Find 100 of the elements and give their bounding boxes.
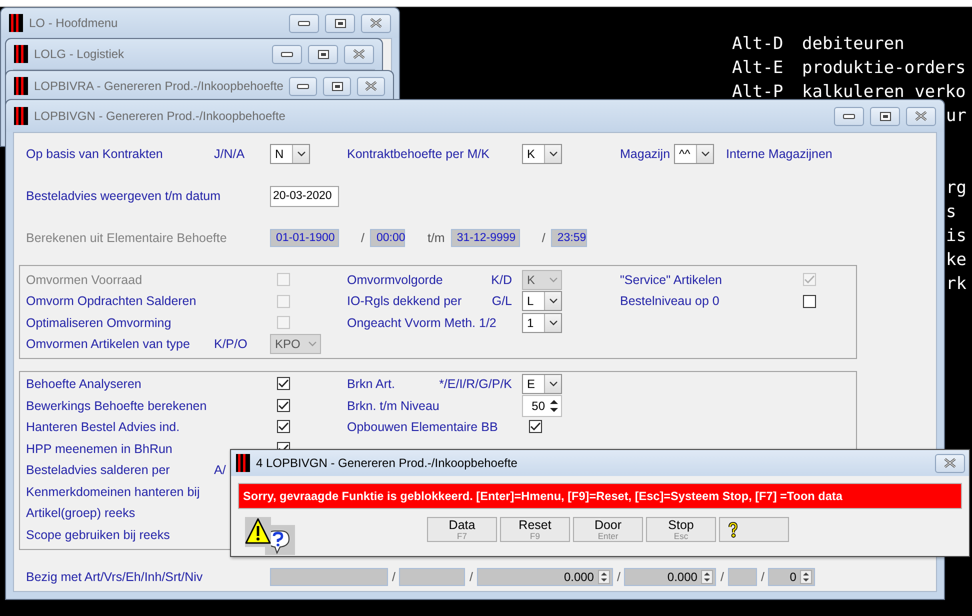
- maximize-button[interactable]: [870, 106, 900, 126]
- shortcut-key: Alt-D: [732, 32, 802, 56]
- window-title: LOPBIVRA - Genereren Prod.-/Inkoopbehoefte: [34, 79, 284, 93]
- close-button[interactable]: [361, 14, 391, 32]
- field-label: Bezig met Art/Vrs/Eh/Inh/Srt/Niv: [26, 570, 204, 584]
- dialog-button[interactable]: Reset F9: [500, 517, 570, 542]
- close-icon: [353, 49, 365, 59]
- shortcut-key: Alt-E: [732, 56, 802, 80]
- close-button[interactable]: [906, 106, 936, 126]
- field-label: IO-Rgls dekkend per: [347, 294, 462, 308]
- maximize-button[interactable]: [325, 14, 355, 32]
- separator-text: /: [760, 570, 766, 584]
- option-codes: */E/I/R/G/P/K: [439, 376, 512, 391]
- app-icon: [236, 454, 250, 472]
- dialog-button[interactable]: Stop Esc: [646, 517, 716, 542]
- field-label: HPP meenemen in BhRun: [26, 442, 174, 456]
- field-label: Hanteren Bestel Advies ind.: [26, 420, 181, 434]
- dropdown[interactable]: 1: [522, 312, 562, 333]
- window-title: LOPBIVGN - Genereren Prod.-/Inkoopbehoefte: [34, 109, 286, 123]
- separator-text: /: [719, 570, 725, 584]
- dialog-button[interactable]: Data F7: [427, 517, 497, 542]
- readonly-field: 31-12-9999: [450, 229, 520, 247]
- menu-text: ke: [946, 249, 966, 272]
- close-icon: [365, 81, 378, 91]
- readonly-field: 00:00: [370, 229, 406, 247]
- maximize-icon: [334, 18, 346, 28]
- minimize-button[interactable]: [289, 14, 319, 32]
- close-icon: [370, 18, 382, 28]
- menu-text: s: [946, 201, 958, 224]
- app-icon: [9, 14, 23, 32]
- field-label: Kontraktbehoefte per M/K: [347, 147, 490, 161]
- chevron-icon: [308, 341, 317, 348]
- option-codes: G/L: [492, 294, 512, 308]
- field-label: "Service" Artikelen: [620, 272, 723, 287]
- dropdown[interactable]: ^^: [674, 144, 714, 164]
- field-label: Berekenen uit Elementaire Behoefte: [26, 231, 228, 245]
- close-button[interactable]: [344, 44, 374, 64]
- checkbox[interactable]: [277, 399, 290, 412]
- readonly-spinner: 0: [768, 568, 816, 586]
- field-label: Besteladvies salderen per: [26, 463, 171, 478]
- readonly-field: 01-01-1900: [270, 229, 339, 247]
- dropdown[interactable]: L: [522, 291, 562, 312]
- dialog-title: 4 LOPBIVGN - Genereren Prod.-/Inkoopbehoefte: [256, 456, 518, 470]
- separator-text: /: [360, 231, 366, 245]
- menu-text: is: [946, 225, 966, 248]
- minimize-button[interactable]: [834, 106, 864, 126]
- app-icon: [14, 77, 28, 95]
- minimize-icon: [297, 84, 310, 88]
- maximize-icon: [332, 82, 343, 90]
- field-label: Omvormen Voorraad: [26, 272, 144, 287]
- field-label: Op basis van Kontrakten: [26, 147, 164, 161]
- field-label: Bewerkings Behoefte berekenen: [26, 398, 208, 413]
- menu-text: debiteuren: [802, 33, 904, 56]
- maximize-button[interactable]: [308, 44, 338, 64]
- field-label: Bestelniveau op 0: [620, 294, 720, 308]
- number-spinner[interactable]: 50: [522, 394, 562, 417]
- checkbox[interactable]: [277, 377, 290, 390]
- shortcut-key: Alt-P: [732, 80, 802, 104]
- close-button[interactable]: [357, 76, 386, 96]
- menu-text: rg: [946, 177, 966, 200]
- separator-text: /: [540, 231, 546, 245]
- chevron-icon: [700, 151, 710, 157]
- dropdown[interactable]: N: [270, 144, 310, 164]
- chevron-icon: [548, 320, 558, 326]
- chevron-icon: [296, 151, 306, 157]
- separator-text: /: [468, 570, 474, 584]
- dropdown[interactable]: K: [522, 144, 562, 164]
- field-label: Ongeacht Vvorm Meth. 1/2: [347, 316, 498, 330]
- date-field[interactable]: 20-03-2020: [270, 186, 339, 206]
- minimize-button[interactable]: [289, 76, 318, 96]
- field-label: Scope gebruiken bij reeks: [26, 528, 171, 542]
- chevron-icon: [548, 380, 558, 387]
- readonly-spinner: 0.000: [624, 568, 716, 586]
- help-button[interactable]: [719, 517, 789, 542]
- minimize-button[interactable]: [272, 44, 302, 64]
- separator-text: t/m: [426, 231, 446, 245]
- separator-text: /: [616, 570, 622, 584]
- window-title: LOLG - Logistiek: [34, 47, 126, 61]
- field-label: Optimaliseren Omvorming: [26, 316, 172, 330]
- close-button[interactable]: [935, 454, 965, 472]
- maximize-icon: [880, 112, 890, 120]
- dialog-button[interactable]: Door Enter: [573, 517, 643, 542]
- readonly-spinner: 0.000: [476, 568, 613, 586]
- dropdown[interactable]: E: [522, 374, 562, 394]
- window-title: LO - Hoofdmenu: [29, 16, 119, 30]
- readonly-field: [728, 568, 757, 586]
- warning-icon: [245, 517, 297, 555]
- option-codes: K/P/O: [214, 337, 248, 352]
- help-icon: [728, 522, 738, 538]
- maximize-button[interactable]: [323, 76, 352, 96]
- chevron-icon: [548, 276, 558, 283]
- chevron-icon: [548, 298, 558, 304]
- checkbox[interactable]: [277, 420, 290, 434]
- checkbox[interactable]: [803, 294, 816, 308]
- menu-text: ur: [946, 105, 966, 128]
- minimize-icon: [298, 20, 310, 26]
- readonly-field: 23:59: [551, 229, 588, 247]
- menu-text: produktie-orders: [802, 57, 966, 80]
- close-icon: [915, 111, 927, 121]
- checkbox[interactable]: [529, 420, 542, 434]
